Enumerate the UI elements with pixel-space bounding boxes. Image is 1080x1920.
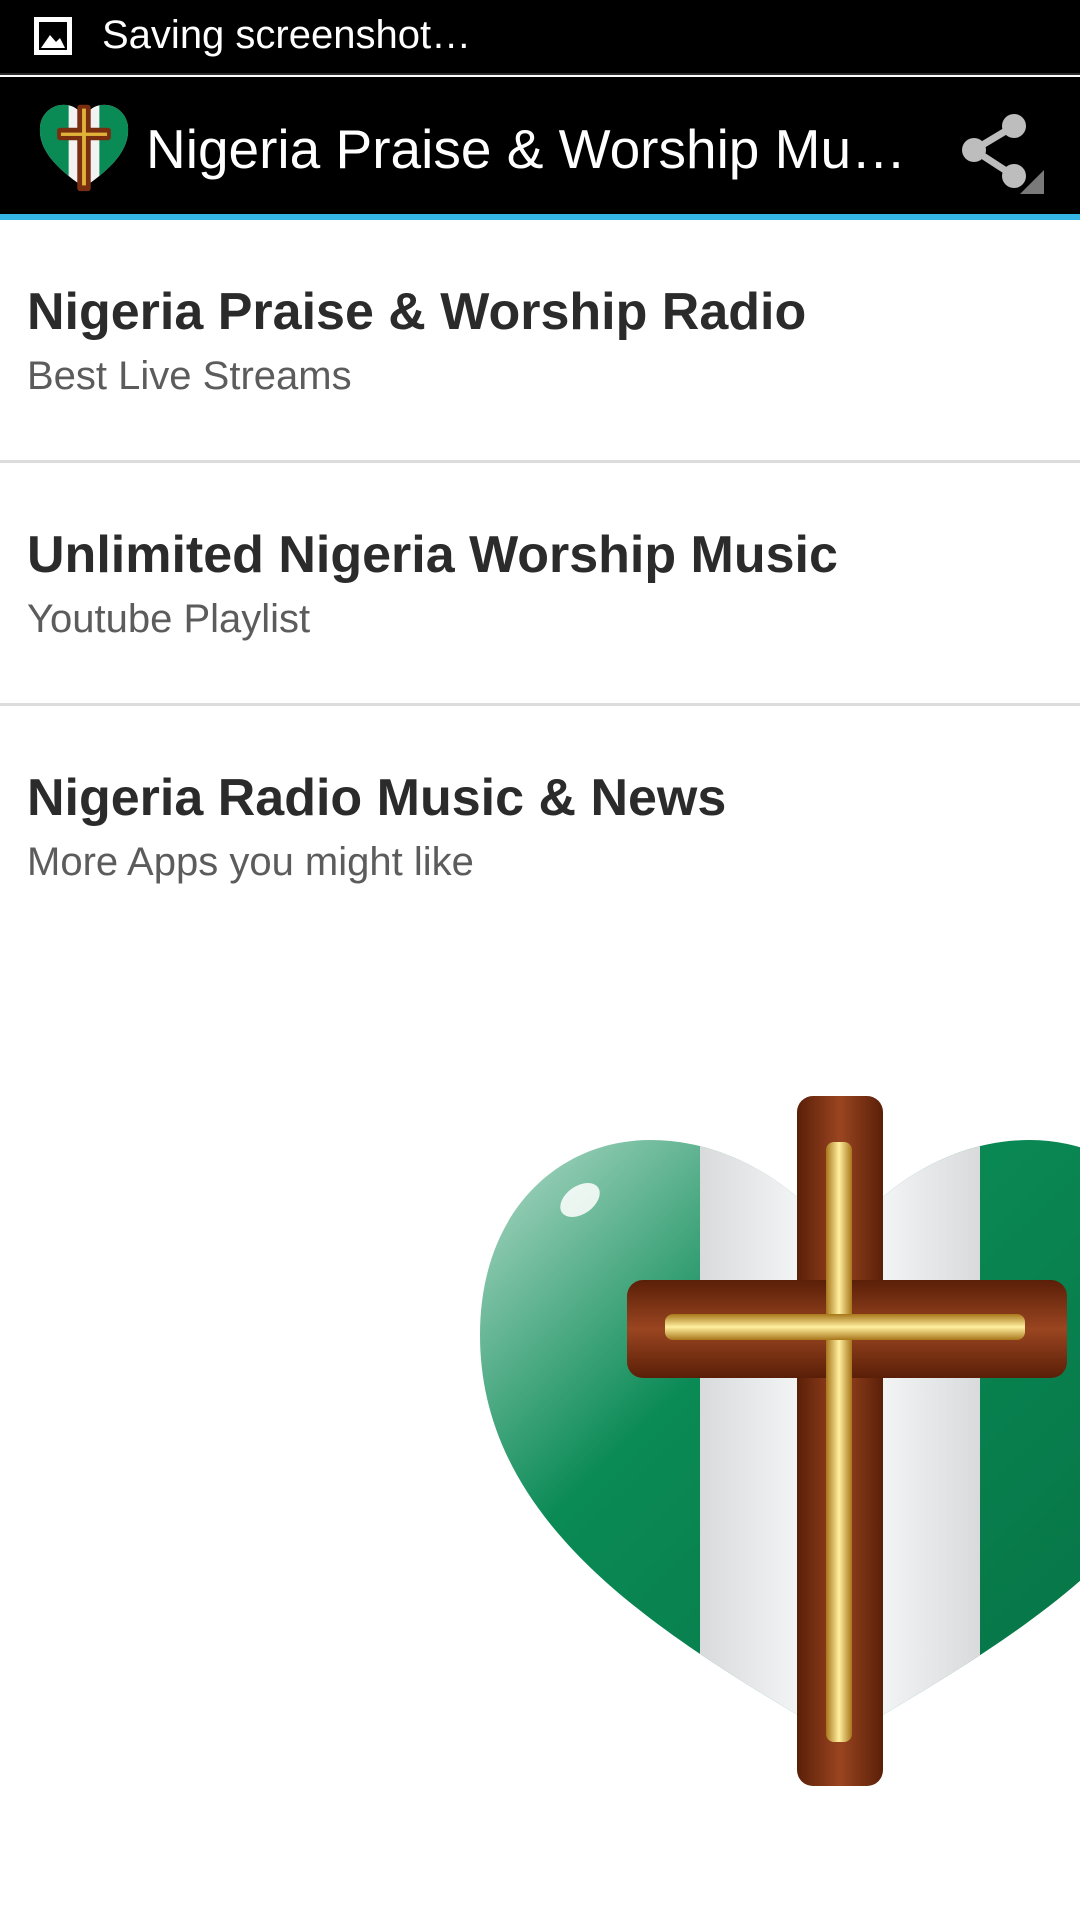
heart-cross-logo-icon[interactable]: [36, 99, 132, 195]
heart-cross-icon: [480, 1096, 1080, 1786]
menu-item-title: Nigeria Radio Music & News: [27, 769, 727, 827]
menu-item-unlimited-worship-music[interactable]: Unlimited Nigeria Worship Music Youtube …: [0, 463, 1080, 706]
menu-list: Nigeria Praise & Worship Radio Best Live…: [0, 220, 1080, 949]
menu-item-praise-worship-radio[interactable]: Nigeria Praise & Worship Radio Best Live…: [0, 220, 1080, 463]
menu-item-title: Nigeria Praise & Worship Radio: [27, 283, 807, 341]
menu-item-subtitle: More Apps you might like: [27, 840, 474, 884]
status-bar: Saving screenshot…: [0, 0, 1080, 75]
overflow-corner-icon: [1020, 170, 1044, 194]
menu-item-title: Unlimited Nigeria Worship Music: [27, 526, 838, 584]
status-text: Saving screenshot…: [102, 13, 472, 57]
menu-item-subtitle: Best Live Streams: [27, 354, 352, 398]
app-title: Nigeria Praise & Worship Mu…: [146, 118, 906, 180]
menu-item-subtitle: Youtube Playlist: [27, 597, 311, 641]
menu-item-radio-music-news[interactable]: Nigeria Radio Music & News More Apps you…: [0, 706, 1080, 949]
image-icon: [34, 17, 72, 55]
